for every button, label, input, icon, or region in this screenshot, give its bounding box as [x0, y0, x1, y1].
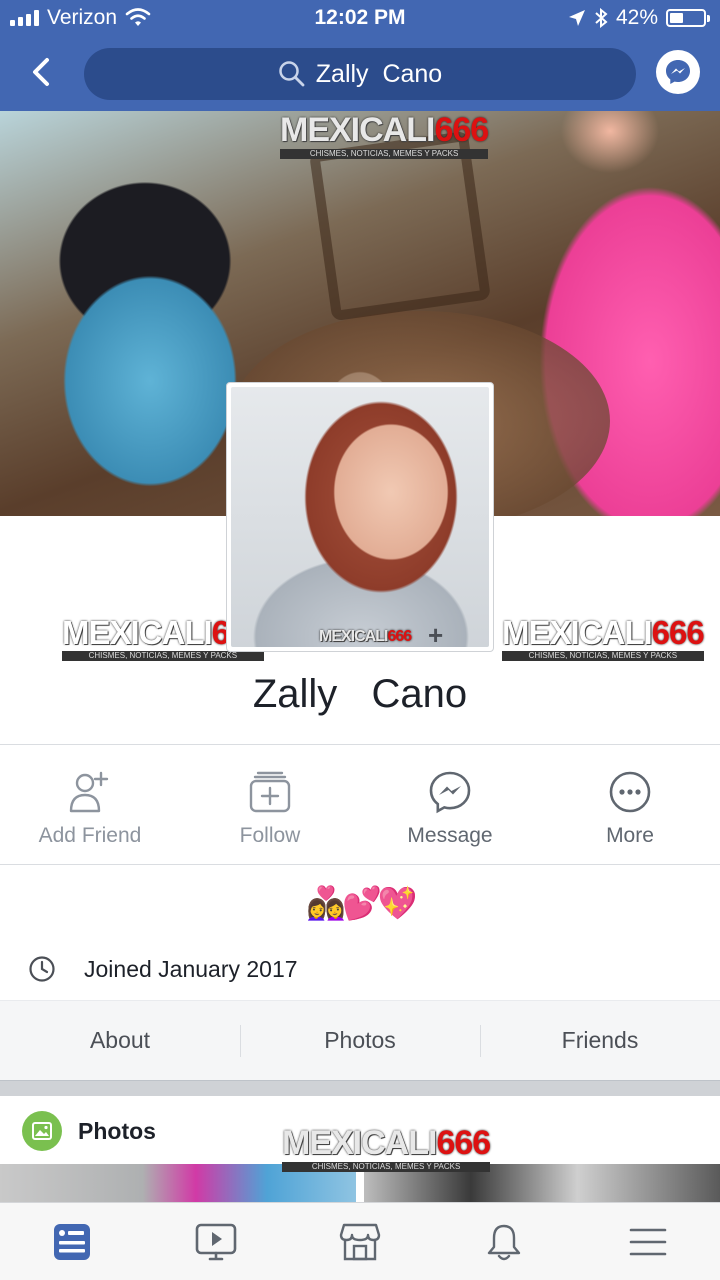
- profile-actions: Add Friend Follow Message More: [0, 746, 720, 864]
- messenger-icon: [666, 60, 690, 84]
- nav-marketplace[interactable]: [288, 1203, 432, 1280]
- follow-label: Follow: [239, 824, 301, 847]
- message-button[interactable]: Message: [360, 746, 540, 864]
- clock-icon: [29, 956, 55, 982]
- nav-menu[interactable]: [576, 1203, 720, 1280]
- watermark-tagline: CHISMES, NOTICIAS, MEMES Y PACKS: [282, 1162, 491, 1172]
- watch-icon: [195, 1223, 237, 1260]
- more-icon: [606, 768, 654, 816]
- profile-picture[interactable]: MEXICALI666: [226, 382, 494, 652]
- more-button[interactable]: More: [540, 746, 720, 864]
- follow-button[interactable]: Follow: [180, 746, 360, 864]
- profile-tabs: About Photos Friends: [0, 1000, 720, 1080]
- cover-chair-shape: [308, 130, 492, 322]
- watermark-brand-b: 666: [436, 1124, 491, 1162]
- nav-news-feed[interactable]: [0, 1203, 144, 1280]
- add-friend-button[interactable]: Add Friend: [0, 746, 180, 864]
- watermark-brand-a: MEXICALI: [502, 614, 653, 651]
- joined-text: Joined January 2017: [84, 955, 298, 982]
- menu-icon: [629, 1228, 667, 1255]
- profile-photo-image: MEXICALI666: [231, 387, 489, 647]
- watermark-profile: MEXICALI666: [319, 628, 412, 645]
- search-input[interactable]: Zally Cano: [84, 48, 636, 100]
- tab-photos[interactable]: Photos: [240, 1001, 480, 1080]
- nav-row: Zally Cano: [0, 36, 720, 111]
- bluetooth-icon: [595, 8, 608, 28]
- add-friend-label: Add Friend: [38, 824, 142, 847]
- nav-notifications[interactable]: [432, 1203, 576, 1280]
- notifications-icon: [487, 1224, 521, 1260]
- messenger-icon: [426, 768, 474, 816]
- tab-friends[interactable]: Friends: [480, 1001, 720, 1080]
- watermark-top: MEXICALI666 CHISMES, NOTICIAS, MEMES Y P…: [280, 111, 489, 159]
- watermark-right: MEXICALI666 CHISMES, NOTICIAS, MEMES Y P…: [502, 614, 705, 661]
- bottom-nav: [0, 1202, 720, 1280]
- follow-icon: [246, 768, 294, 816]
- photos-icon: [22, 1111, 62, 1151]
- nav-watch[interactable]: [144, 1203, 288, 1280]
- search-icon: [279, 61, 305, 87]
- watermark-photos: MEXICALI666 CHISMES, NOTICIAS, MEMES Y P…: [282, 1124, 491, 1172]
- photos-section-title: Photos: [78, 1117, 156, 1144]
- watermark-brand-b: 666: [434, 111, 489, 149]
- watermark-brand-a: MEXICALI: [280, 111, 435, 149]
- bio-emoji: 👩‍❤️‍👩💕💖: [306, 885, 418, 921]
- profile-name: Zally Cano: [252, 672, 468, 716]
- marketplace-icon: [339, 1223, 381, 1260]
- watermark-brand-a: MEXICALI: [319, 628, 388, 645]
- search-query: Zally Cano: [315, 59, 443, 88]
- watermark-tagline: CHISMES, NOTICIAS, MEMES Y PACKS: [280, 149, 489, 159]
- status-bar: Verizon 12:02 PM 42%: [0, 0, 720, 36]
- add-friend-icon: [66, 768, 114, 816]
- news-feed-icon: [54, 1223, 90, 1260]
- tab-about[interactable]: About: [0, 1001, 240, 1080]
- battery-icon: [666, 9, 710, 27]
- back-arrow-icon[interactable]: [22, 52, 62, 92]
- watermark-tagline: CHISMES, NOTICIAS, MEMES Y PACKS: [62, 651, 264, 661]
- top-bar: Verizon 12:02 PM 42% Zally Cano: [0, 0, 720, 111]
- watermark-brand-a: MEXICALI: [62, 614, 213, 651]
- divider: [0, 744, 720, 745]
- messenger-button[interactable]: [656, 50, 700, 94]
- joined-info: Joined January 2017: [28, 955, 298, 983]
- divider: [0, 864, 720, 865]
- add-photo-plus-icon[interactable]: +: [428, 620, 443, 651]
- status-right: 42%: [568, 6, 710, 30]
- watermark-brand-b: 666: [651, 614, 705, 651]
- section-separator: [0, 1080, 720, 1096]
- location-arrow-icon: [568, 10, 585, 26]
- watermark-tagline: CHISMES, NOTICIAS, MEMES Y PACKS: [502, 651, 704, 661]
- watermark-brand-a: MEXICALI: [282, 1124, 437, 1162]
- battery-percent: 42%: [615, 6, 658, 29]
- more-label: More: [606, 824, 654, 847]
- watermark-brand-b: 666: [387, 628, 412, 645]
- message-label: Message: [407, 824, 493, 847]
